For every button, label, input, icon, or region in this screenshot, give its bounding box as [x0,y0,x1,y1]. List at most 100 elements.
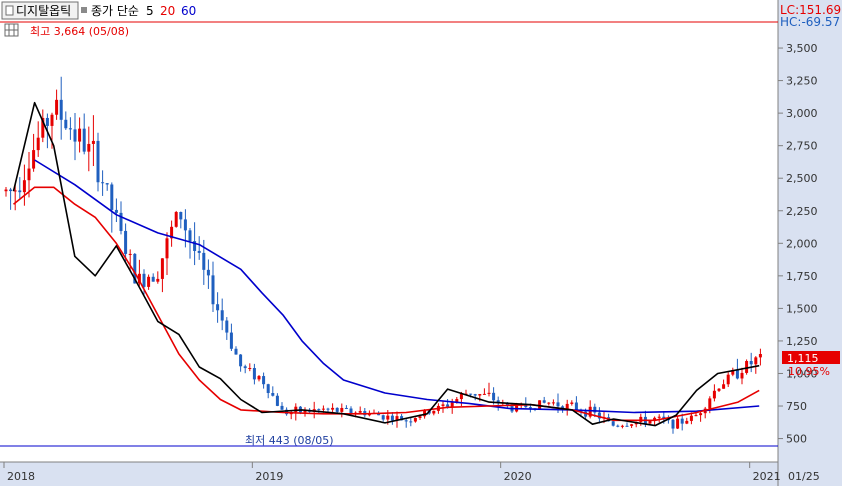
candle-body [616,425,620,427]
candle-body [487,392,491,394]
candle-body [390,415,394,421]
candle-body [45,117,49,126]
candle-body [18,190,22,193]
candle-body [82,128,86,152]
x-tick-label: 2020 [504,470,532,483]
candle-body [4,189,8,192]
candle-body [717,388,721,391]
candle-body [726,374,730,385]
x-axis-panel [0,462,842,486]
candle-body [740,372,744,379]
candle-body [326,408,330,410]
candle-body [699,413,703,416]
candle-body [386,415,390,420]
candle-body [128,253,132,255]
candle-body [22,180,26,193]
candle-body [114,209,118,213]
candle-body [147,276,151,287]
chart-svg[interactable]: 5007501,0001,2501,5001,7502,0002,2502,50… [0,0,842,486]
candle-body [358,411,362,413]
candle-body [625,425,629,427]
candle-body [32,150,36,169]
candle-body [206,269,210,276]
y-tick-label: 3,000 [786,107,818,120]
candle-body [478,394,482,396]
candle-body [59,99,63,120]
ma60-label[interactable]: 60 [181,4,196,18]
candle-body [671,419,675,429]
y-tick-label: 1,750 [786,270,818,283]
candle-body [492,392,496,401]
candle-body [482,393,486,395]
candle-body [689,415,693,421]
candle-body [317,409,321,411]
candle-body [243,366,247,369]
candle-body [459,393,463,400]
candle-body [68,128,72,130]
low-annotation: 최저 443 (08/05) [245,434,334,447]
candle-body [142,273,146,287]
y-tick-label: 500 [786,433,807,446]
candle-body [248,367,252,369]
candle-body [404,420,408,422]
candle-body [257,376,261,380]
x-tick-label: 2021 [753,470,781,483]
stock-name[interactable]: 디지탈옵틱 [16,4,71,18]
candle-body [262,376,266,385]
candle-body [754,357,758,365]
candle-body [78,128,82,142]
x-tick-label: 01/25 [788,470,820,483]
candle-body [745,361,749,373]
candle-body [473,394,477,396]
candle-body [27,168,31,181]
stock-chart[interactable]: 500 750 1,000 1,250 1,500 1,750 2,000 2,250 2,50… [0,0,842,486]
candle-body [91,140,95,144]
candle-body [124,230,128,254]
candle-body [9,189,13,192]
candle-body [685,420,689,424]
candle-body [694,415,698,417]
candle-body [413,417,417,422]
y-tick-label: 750 [786,400,807,413]
candle-body [335,407,339,412]
candle-body [639,416,643,422]
candle-body [105,183,109,185]
current-change: 10.95% [788,365,830,378]
candle-body [239,354,243,367]
candle-body [174,212,178,227]
candle-body [234,348,238,355]
dropdown-icon[interactable] [5,5,14,16]
indicator-label[interactable]: 종가 단순 [91,4,139,18]
candle-body [229,332,233,349]
current-price: 1,115 [787,352,819,365]
indicator-toggle-icon[interactable] [81,7,87,13]
ma5-label[interactable]: 5 [146,4,154,18]
candle-body [722,384,726,389]
candle-body [749,361,753,365]
candle-body [225,320,229,333]
x-tick-label: 2018 [7,470,35,483]
y-tick-label: 3,250 [786,75,818,88]
candle-body [101,182,105,184]
candle-body [202,252,206,270]
candle-body [220,310,224,321]
candle-body [528,407,532,409]
grid-icon[interactable] [4,23,19,37]
candle-body [432,410,436,414]
y-tick-label: 1,250 [786,335,818,348]
high-annotation: 최고 3,664 (05/08) [30,25,129,38]
candle-body [160,258,164,279]
ma20-label[interactable]: 20 [160,4,175,18]
candle-body [441,404,445,406]
candle-body [657,416,661,418]
candle-body [294,406,298,413]
candle-body [556,402,560,407]
candle-body [758,354,762,358]
candle-body [708,398,712,409]
candle-body [151,276,155,282]
candle-body [188,230,192,242]
candle-body [620,425,624,427]
candle-body [680,418,684,424]
candle-body [676,418,680,429]
hc-readout: HC:-69.57 [780,15,840,29]
